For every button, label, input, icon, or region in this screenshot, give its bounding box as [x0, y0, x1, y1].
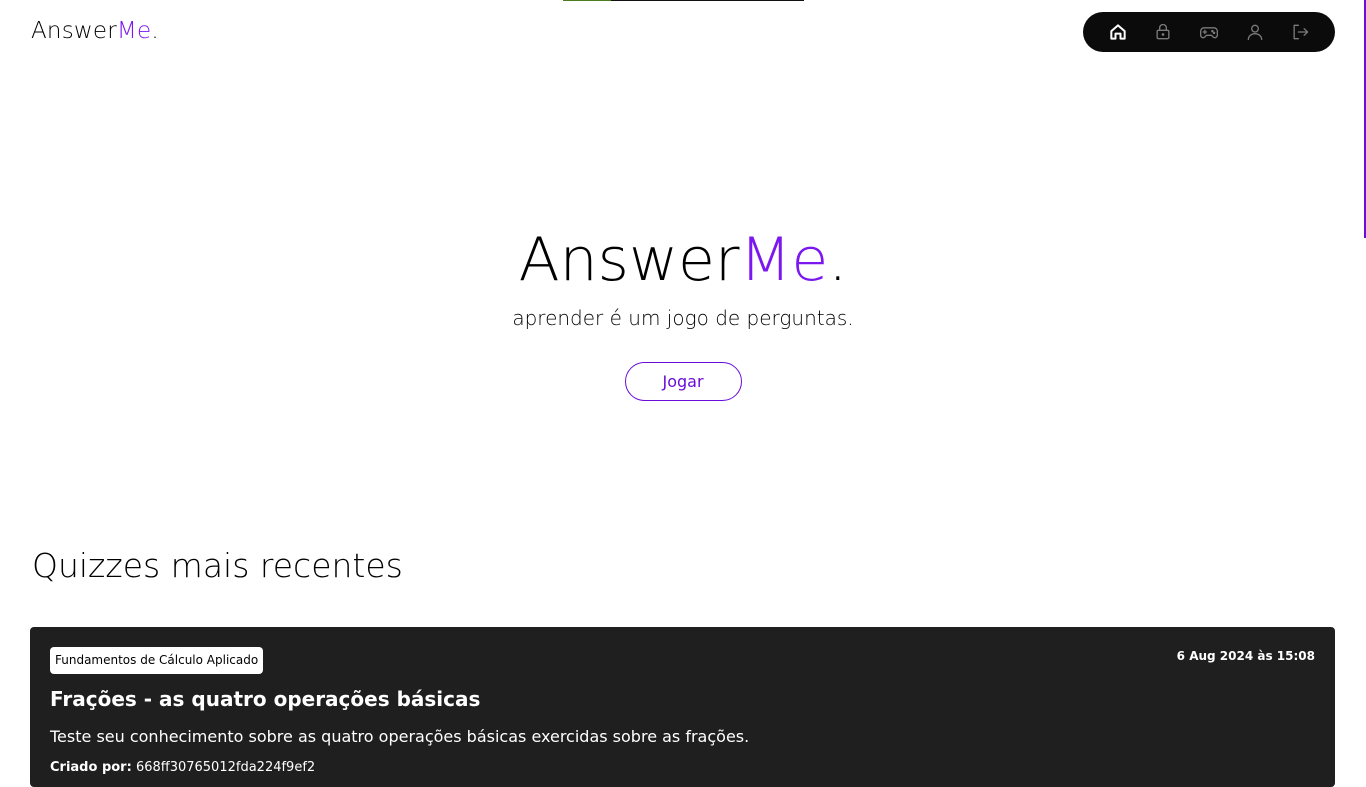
lock-icon — [1153, 22, 1173, 42]
quiz-subject-tag: Fundamentos de Cálculo Aplicado — [50, 647, 264, 674]
logo-text: Answer — [31, 18, 117, 44]
nav-home-button[interactable] — [1102, 16, 1134, 48]
quiz-card[interactable]: Fundamentos de Cálculo Aplicado 6 Aug 20… — [30, 627, 1335, 787]
user-icon — [1245, 22, 1265, 42]
header-logo[interactable]: AnswerMe. — [31, 18, 159, 44]
page-load-progress — [563, 0, 804, 1]
home-icon — [1108, 22, 1128, 42]
hero-title-accent: Me — [739, 225, 829, 295]
logo-dot: . — [151, 18, 159, 44]
hero-subtitle: aprender é um jogo de perguntas. — [512, 306, 854, 330]
quiz-date: 6 Aug 2024 às 15:08 — [1176, 649, 1315, 663]
quiz-title: Frações - as quatro operações básicas — [50, 687, 481, 711]
page-load-progress-fill — [563, 0, 612, 1]
logo-accent-text: Me — [116, 18, 152, 44]
hero-title: AnswerMe. — [0, 222, 1366, 298]
nav-games-button[interactable] — [1193, 16, 1225, 48]
hero-title-text: Answer — [518, 225, 740, 295]
hero-section: AnswerMe. aprender é um jogo de pergunta… — [0, 222, 1366, 401]
nav-profile-button[interactable] — [1239, 16, 1271, 48]
gamepad-icon — [1198, 22, 1220, 42]
main-nav — [1083, 12, 1335, 52]
recent-quizzes-title: Quizzes mais recentes — [32, 546, 403, 585]
logout-icon — [1290, 22, 1310, 42]
quiz-description: Teste seu conhecimento sobre as quatro o… — [50, 727, 750, 746]
nav-lock-button[interactable] — [1147, 16, 1179, 48]
hero-title-dot: . — [828, 225, 848, 295]
nav-logout-button[interactable] — [1284, 16, 1316, 48]
play-button[interactable]: Jogar — [624, 362, 742, 401]
